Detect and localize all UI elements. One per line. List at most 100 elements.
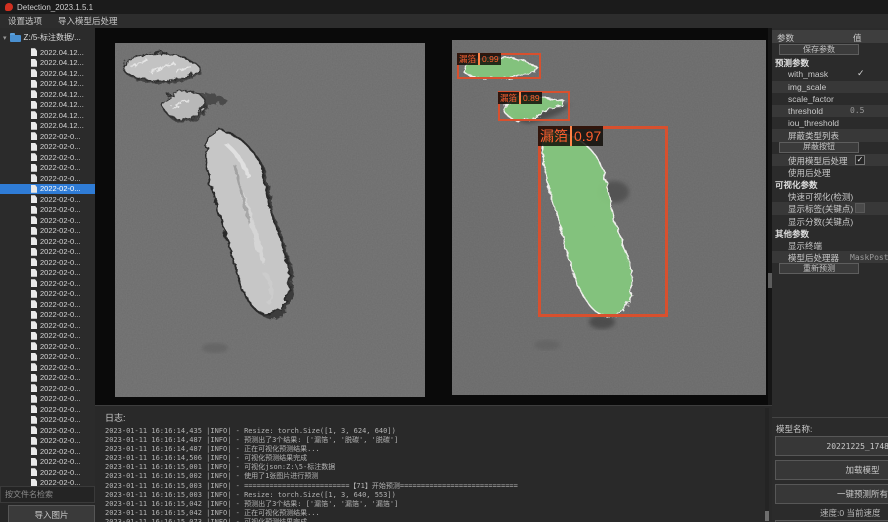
tree-item-label: 2022-02-0... (40, 331, 80, 340)
tree-item-file[interactable]: 2022-02-0... (0, 152, 95, 163)
file-tree-panel: ▾ Z:/5-标注数据/... 2022.04.12... 2022.04.12… (0, 28, 95, 486)
param-scale-factor-label: scale_factor (788, 94, 834, 104)
param-with-mask[interactable]: with_mask✓ (772, 68, 888, 80)
tree-item-file[interactable]: 2022-02-0... (0, 467, 95, 478)
tree-item-file[interactable]: 2022-02-0... (0, 373, 95, 384)
param-use-model-postprocess-checkbox[interactable]: ✓ (855, 155, 865, 165)
tree-item-file[interactable]: 2022.04.12... (0, 58, 95, 69)
tree-item-file[interactable]: 2022-02-0... (0, 320, 95, 331)
file-icon (31, 111, 37, 119)
tree-item-file[interactable]: 2022-02-0... (0, 415, 95, 426)
param-model-postprocessor[interactable]: 模型后处理器MaskPostPro (772, 251, 888, 263)
file-icon (31, 206, 37, 214)
tree-item-file[interactable]: 2022-02-0... (0, 341, 95, 352)
tree-item-file[interactable]: 2022-02-0... (0, 142, 95, 153)
file-icon (31, 69, 37, 77)
titlebar: Detection_2023.1.5.1 (0, 0, 888, 14)
param-show-scores[interactable]: 显示分数(关键点) (772, 215, 888, 227)
log-line: 2023-01-11 16:16:14,487 |INFO| - 正在可视化预测… (105, 445, 772, 454)
param-mask-type-list[interactable]: 屏蔽类型列表 (772, 129, 888, 141)
tree-item-file[interactable]: 2022.04.12... (0, 100, 95, 111)
tree-item-file[interactable]: 2022-02-0... (0, 310, 95, 321)
search-input[interactable] (0, 486, 95, 503)
tree-item-file[interactable]: 2022.04.12... (0, 110, 95, 121)
param-show-labels-checkbox[interactable] (855, 203, 865, 213)
chevron-down-icon[interactable]: ▾ (3, 34, 7, 42)
file-icon (31, 279, 37, 287)
tree-item-file[interactable]: 2022-02-0... (0, 383, 95, 394)
file-icon (31, 374, 37, 382)
tree-item-file[interactable]: 2022-02-0... (0, 278, 95, 289)
tree-item-file[interactable]: 2022.04.12... (0, 79, 95, 90)
tree-item-file[interactable]: 2022-02-0... (0, 215, 95, 226)
import-images-button[interactable]: 导入图片 (8, 505, 95, 522)
speed-status: 速度:0 当前速度 (820, 507, 880, 519)
tree-item-label: 2022-02-0... (40, 310, 80, 319)
save-params-button[interactable]: 保存参数 (779, 44, 859, 55)
check-icon: ✓ (857, 68, 865, 79)
tree-item-file[interactable]: 2022-02-0... (0, 478, 95, 487)
file-icon (31, 468, 37, 476)
tree-item-file[interactable]: 2022-02-0... (0, 184, 95, 195)
param-show-scores-label: 显示分数(关键点) (788, 216, 853, 228)
param-scale-factor[interactable]: scale_factor (772, 93, 888, 105)
tree-item-file[interactable]: 2022-02-0... (0, 247, 95, 258)
model-name-button[interactable]: 20221225_174813 (775, 436, 888, 456)
predict-all-button[interactable]: 一键预测所有 (775, 484, 888, 504)
tree-item-file[interactable]: 2022-02-0... (0, 226, 95, 237)
param-threshold[interactable]: threshold0.5 (772, 105, 888, 117)
tree-item-label: 2022.04.12... (40, 90, 84, 99)
tree-item-file[interactable]: 2022-02-0... (0, 299, 95, 310)
log-line: 2023-01-11 16:16:15,042 |INFO| - 预测出了3个结… (105, 500, 772, 509)
tree-item-file[interactable]: 2022-02-0... (0, 404, 95, 415)
param-show-labels[interactable]: 显示标签(关键点) (772, 202, 888, 214)
tree-item-file[interactable]: 2022-02-0... (0, 457, 95, 468)
menu-import-model-postprocess[interactable]: 导入模型后处理 (58, 15, 118, 27)
param-img-scale[interactable]: img_scale (772, 81, 888, 93)
tree-item-file[interactable]: 2022.04.12... (0, 47, 95, 58)
log-scrollbar-handle[interactable] (765, 511, 769, 521)
log-line: 2023-01-11 16:16:15,003 |INFO| - Resize:… (105, 491, 772, 500)
tree-item-file[interactable]: 2022-02-0... (0, 194, 95, 205)
tree-item-file[interactable]: 2022-02-0... (0, 331, 95, 342)
tree-item-file[interactable]: 2022.04.12... (0, 121, 95, 132)
repredict-button[interactable]: 重新预测 (779, 263, 859, 274)
param-show-terminal[interactable]: 显示终端 (772, 239, 888, 251)
detection-class: 漏箔 (540, 126, 568, 146)
tree-root-folder[interactable]: ▾ Z:/5-标注数据/... (3, 32, 81, 43)
tree-item-file[interactable]: 2022.04.12... (0, 68, 95, 79)
tree-item-label: 2022-02-0... (40, 216, 80, 225)
log-panel: 日志: 2023-01-11 16:16:14,435 |INFO| - Res… (95, 405, 772, 522)
tree-item-label: 2022-02-0... (40, 352, 80, 361)
tree-item-label: 2022-02-0... (40, 174, 80, 183)
param-fast-visualization[interactable]: 快速可视化(检测) (772, 190, 888, 202)
tree-item-file[interactable]: 2022-02-0... (0, 362, 95, 373)
menu-settings[interactable]: 设置选项 (8, 15, 42, 27)
tree-item-label: 2022-02-0... (40, 321, 80, 330)
tree-item-file[interactable]: 2022-02-0... (0, 446, 95, 457)
tree-item-file[interactable]: 2022-02-0... (0, 205, 95, 216)
file-icon (31, 101, 37, 109)
app-window: Detection_2023.1.5.1 设置选项 导入模型后处理 ▾ Z:/5… (0, 0, 888, 522)
tree-item-file[interactable]: 2022-02-0... (0, 257, 95, 268)
param-use-postprocess-label: 使用后处理 (788, 167, 831, 179)
param-iou-threshold[interactable]: iou_threshold (772, 117, 888, 129)
tree-item-file[interactable]: 2022-02-0... (0, 436, 95, 447)
model-name-label: 模型名称: (776, 423, 812, 435)
load-model-button[interactable]: 加载模型 (775, 460, 888, 480)
tree-item-file[interactable]: 2022-02-0... (0, 289, 95, 300)
log-scrollbar-track[interactable] (765, 408, 769, 521)
tree-item-file[interactable]: 2022-02-0... (0, 268, 95, 279)
tree-item-file[interactable]: 2022-02-0... (0, 352, 95, 363)
param-use-postprocess[interactable]: 使用后处理 (772, 166, 888, 178)
param-use-model-postprocess[interactable]: 使用模型后处理✓ (772, 154, 888, 166)
tree-item-file[interactable]: 2022-02-0... (0, 425, 95, 436)
mask-button[interactable]: 屏蔽按钮 (779, 142, 859, 153)
tree-item-file[interactable]: 2022-02-0... (0, 394, 95, 405)
tree-item-file[interactable]: 2022-02-0... (0, 236, 95, 247)
detection-score: 0.99 (482, 54, 499, 64)
tree-item-file[interactable]: 2022-02-0... (0, 131, 95, 142)
tree-item-file[interactable]: 2022-02-0... (0, 173, 95, 184)
tree-item-file[interactable]: 2022.04.12... (0, 89, 95, 100)
tree-item-file[interactable]: 2022-02-0... (0, 163, 95, 174)
